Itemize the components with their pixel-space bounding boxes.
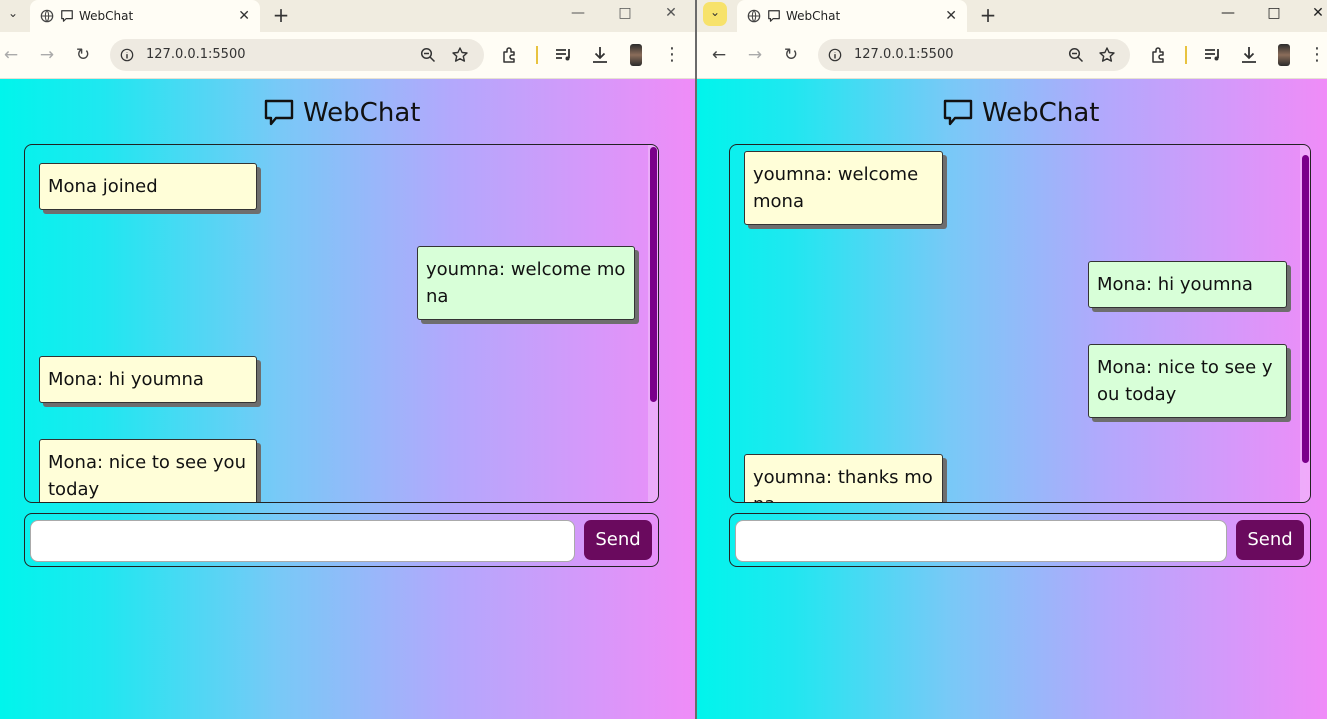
tab-close-icon[interactable]: ✕ <box>945 8 957 24</box>
composer: Send <box>24 513 659 567</box>
site-info-icon[interactable] <box>828 48 842 62</box>
tab-title: WebChat <box>79 9 134 23</box>
toolbar-separator <box>1185 46 1187 64</box>
extensions-icon[interactable] <box>1149 45 1169 65</box>
message-bubble: Mona: hi youmna <box>39 356 257 403</box>
app-title: WebChat <box>303 98 421 128</box>
address-bar[interactable]: 127.0.0.1:5500 <box>818 39 1130 71</box>
message-input[interactable] <box>30 520 575 562</box>
tab-webchat[interactable]: WebChat ✕ <box>737 0 967 32</box>
url-text: 127.0.0.1:5500 <box>854 47 954 62</box>
message-input[interactable] <box>735 520 1227 562</box>
menu-kebab-icon[interactable]: ⋮ <box>661 44 683 66</box>
back-arrow-icon[interactable]: ← <box>0 44 22 66</box>
profile-avatar[interactable] <box>1278 44 1290 66</box>
site-info-icon[interactable] <box>120 48 134 62</box>
tab-strip: ⌄ WebChat ✕ + — □ ✕ <box>0 0 695 32</box>
bookmark-star-icon[interactable] <box>451 46 469 64</box>
close-window-button[interactable]: ✕ <box>1303 4 1327 24</box>
chat-bubble-icon <box>943 99 973 126</box>
maximize-button[interactable]: □ <box>1259 4 1289 24</box>
message-bubble: Mona: nice to see you today <box>39 439 257 502</box>
browser-toolbar: ← → ↻ 127.0.0.1:5500 ⋮ <box>697 32 1327 79</box>
globe-icon <box>747 9 761 23</box>
reload-icon[interactable]: ↻ <box>72 44 94 66</box>
forward-arrow-icon[interactable]: → <box>744 44 766 66</box>
close-window-button[interactable]: ✕ <box>656 4 686 24</box>
message-bubble: Mona: hi youmna <box>1088 261 1287 308</box>
tab-close-icon[interactable]: ✕ <box>238 8 250 24</box>
zoom-out-icon[interactable] <box>1068 47 1084 63</box>
minimize-button[interactable]: — <box>1213 4 1243 24</box>
url-text: 127.0.0.1:5500 <box>146 47 246 62</box>
globe-icon <box>40 9 54 23</box>
send-button[interactable]: Send <box>1236 520 1304 560</box>
chat-bubble-icon <box>264 99 294 126</box>
browser-toolbar: ← → ↻ 127.0.0.1:5500 ⋮ <box>0 32 695 79</box>
zoom-out-icon[interactable] <box>420 47 436 63</box>
bookmark-star-icon[interactable] <box>1098 46 1116 64</box>
message-bubble: Mona: nice to see you today <box>1088 344 1287 418</box>
app-title: WebChat <box>982 98 1100 128</box>
profile-avatar[interactable] <box>630 44 642 66</box>
chat-icon <box>768 10 780 22</box>
chevron-down-icon: ⌄ <box>8 6 19 20</box>
tab-search-button[interactable]: ⌄ <box>703 2 727 26</box>
message-list[interactable]: youmna: welcome mona Mona: hi youmna Mon… <box>729 144 1311 503</box>
scrollbar[interactable] <box>1300 145 1310 502</box>
chevron-down-icon: ⌄ <box>710 5 721 19</box>
menu-kebab-icon[interactable]: ⋮ <box>1306 44 1327 66</box>
chat-page: WebChat Mona joined youmna: welcome mona… <box>0 79 695 719</box>
media-playlist-icon[interactable] <box>554 45 574 65</box>
message-bubble: youmna: welcome mona <box>417 246 635 320</box>
reload-icon[interactable]: ↻ <box>780 44 802 66</box>
send-button[interactable]: Send <box>584 520 652 560</box>
extensions-icon[interactable] <box>500 45 520 65</box>
scrollbar-thumb[interactable] <box>1302 155 1309 463</box>
chat-page: WebChat youmna: welcome mona Mona: hi yo… <box>697 79 1327 719</box>
message-bubble: youmna: thanks mona <box>744 454 943 502</box>
chat-icon <box>61 10 73 22</box>
download-icon[interactable] <box>590 45 610 65</box>
message-list[interactable]: Mona joined youmna: welcome mona Mona: h… <box>24 144 659 503</box>
media-playlist-icon[interactable] <box>1203 45 1223 65</box>
new-tab-button[interactable]: + <box>268 4 294 28</box>
tab-title: WebChat <box>786 9 841 23</box>
back-arrow-icon[interactable]: ← <box>708 44 730 66</box>
download-icon[interactable] <box>1239 45 1259 65</box>
new-tab-button[interactable]: + <box>975 4 1001 28</box>
browser-window-right: ⌄ WebChat ✕ + — □ ✕ ← → ↻ 127.0.0.1:5500… <box>697 0 1327 719</box>
message-bubble: Mona joined <box>39 163 257 210</box>
address-bar[interactable]: 127.0.0.1:5500 <box>110 39 484 71</box>
forward-arrow-icon[interactable]: → <box>36 44 58 66</box>
scrollbar-thumb[interactable] <box>650 147 657 402</box>
tab-strip: ⌄ WebChat ✕ + — □ ✕ <box>697 0 1327 32</box>
tab-search-button[interactable]: ⌄ <box>0 0 26 32</box>
tab-webchat[interactable]: WebChat ✕ <box>30 0 260 32</box>
minimize-button[interactable]: — <box>563 4 593 24</box>
composer: Send <box>729 513 1311 567</box>
scrollbar[interactable] <box>648 145 658 502</box>
maximize-button[interactable]: □ <box>610 4 640 24</box>
browser-window-left: ⌄ WebChat ✕ + — □ ✕ ← → ↻ 127.0.0.1:5500… <box>0 0 695 719</box>
toolbar-separator <box>536 46 538 64</box>
message-bubble: youmna: welcome mona <box>744 151 943 225</box>
